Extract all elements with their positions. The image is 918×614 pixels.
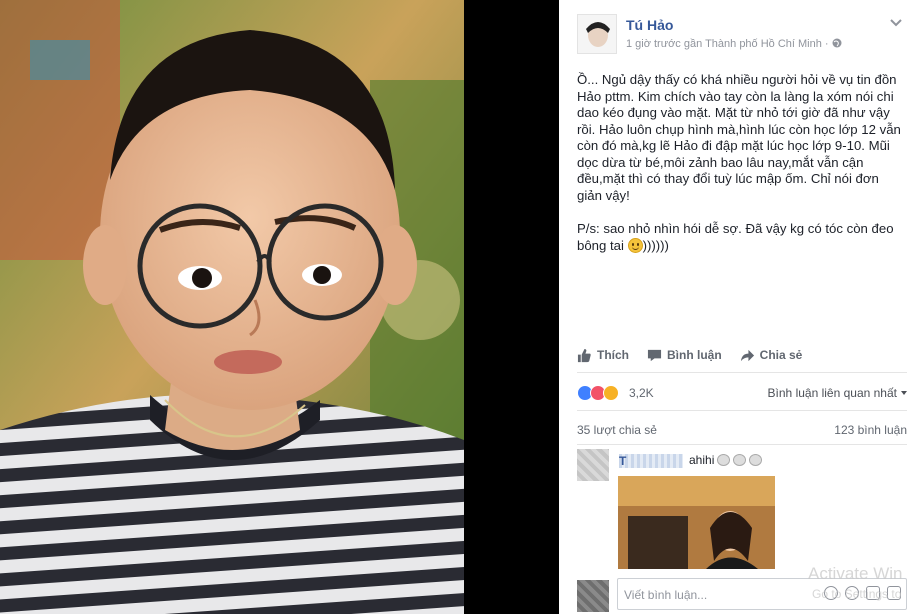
activation-watermark-title: Activate Win	[808, 564, 903, 583]
like-label: Thích	[597, 348, 629, 362]
avatar-image	[578, 15, 616, 53]
activation-watermark-subtitle: Go to Settings to	[812, 587, 902, 601]
like-button[interactable]: Thích	[577, 345, 629, 365]
post-actions: Thích Bình luận Chia sẻ	[577, 345, 907, 365]
ps-suffix: ))))))	[642, 237, 669, 253]
smile-emoji-icon	[627, 237, 643, 253]
divider	[577, 410, 907, 411]
mouse-emoji-icon	[733, 454, 747, 466]
comment-count[interactable]: 123 bình luận	[834, 423, 907, 437]
share-count[interactable]: 35 lượt chia sẻ	[577, 423, 657, 437]
divider	[577, 444, 907, 445]
commenter-initial: T	[619, 454, 627, 468]
divider	[577, 372, 907, 373]
comment-text: ahihi	[689, 453, 763, 467]
mouse-emoji-icon	[749, 454, 763, 466]
post-paragraph: Ồ... Ngủ dậy thấy có khá nhiều người hỏi…	[577, 72, 901, 203]
viewer-avatar	[577, 580, 609, 612]
comment-sort-dropdown[interactable]: Bình luận liên quan nhất	[768, 386, 907, 400]
reactions-row: 3,2K Bình luận liên quan nhất	[577, 383, 907, 403]
post-header: Tú Hảo 1 giờ trước gần Thành phố Hồ Chí …	[577, 14, 907, 58]
commenter-name-redacted[interactable]: T	[619, 454, 683, 468]
post-text: Ồ... Ngủ dậy thấy có khá nhiều người hỏi…	[577, 72, 905, 271]
post-details-panel: Tú Hảo 1 giờ trước gần Thành phố Hồ Chí …	[559, 0, 918, 614]
author-name[interactable]: Tú Hảo	[626, 17, 673, 33]
chevron-down-icon[interactable]	[889, 18, 903, 28]
post-meta: 1 giờ trước gần Thành phố Hồ Chí Minh ·	[626, 38, 842, 50]
speech-bubble-icon	[647, 349, 662, 361]
reaction-icons[interactable]	[577, 385, 619, 401]
photo-stage	[0, 0, 559, 614]
post-time-location[interactable]: 1 giờ trước gần Thành phố Hồ Chí Minh ·	[626, 38, 832, 50]
author-avatar[interactable]	[577, 14, 617, 54]
comment-photo[interactable]	[618, 476, 775, 569]
reaction-count[interactable]: 3,2K	[629, 386, 654, 400]
photo-viewer: Tú Hảo 1 giờ trước gần Thành phố Hồ Chí …	[0, 0, 918, 614]
commenter-avatar[interactable]	[577, 449, 609, 481]
share-label: Chia sẻ	[759, 348, 803, 362]
comment-item: T ahihi	[577, 449, 907, 569]
comment-body: ahihi	[689, 453, 715, 467]
share-button[interactable]: Chia sẻ	[740, 345, 803, 365]
thumbs-up-icon	[577, 348, 591, 362]
engagement-counts: 35 lượt chia sẻ 123 bình luận	[577, 423, 907, 439]
comment-button[interactable]: Bình luận	[647, 345, 722, 365]
ps-text: P/s: sao nhỏ nhìn hói dễ sợ. Đã vậy kg c…	[577, 221, 894, 253]
haha-reaction-icon	[603, 385, 619, 401]
comment-photo-image	[618, 476, 775, 569]
globe-icon	[832, 38, 842, 48]
comment-label: Bình luận	[667, 348, 722, 362]
post-paragraph-ps: P/s: sao nhỏ nhìn hói dễ sợ. Đã vậy kg c…	[577, 221, 905, 254]
child-portrait-image	[0, 0, 464, 614]
mouse-emoji-icon	[717, 454, 731, 466]
post-photo[interactable]	[0, 0, 464, 614]
share-arrow-icon	[740, 349, 754, 361]
